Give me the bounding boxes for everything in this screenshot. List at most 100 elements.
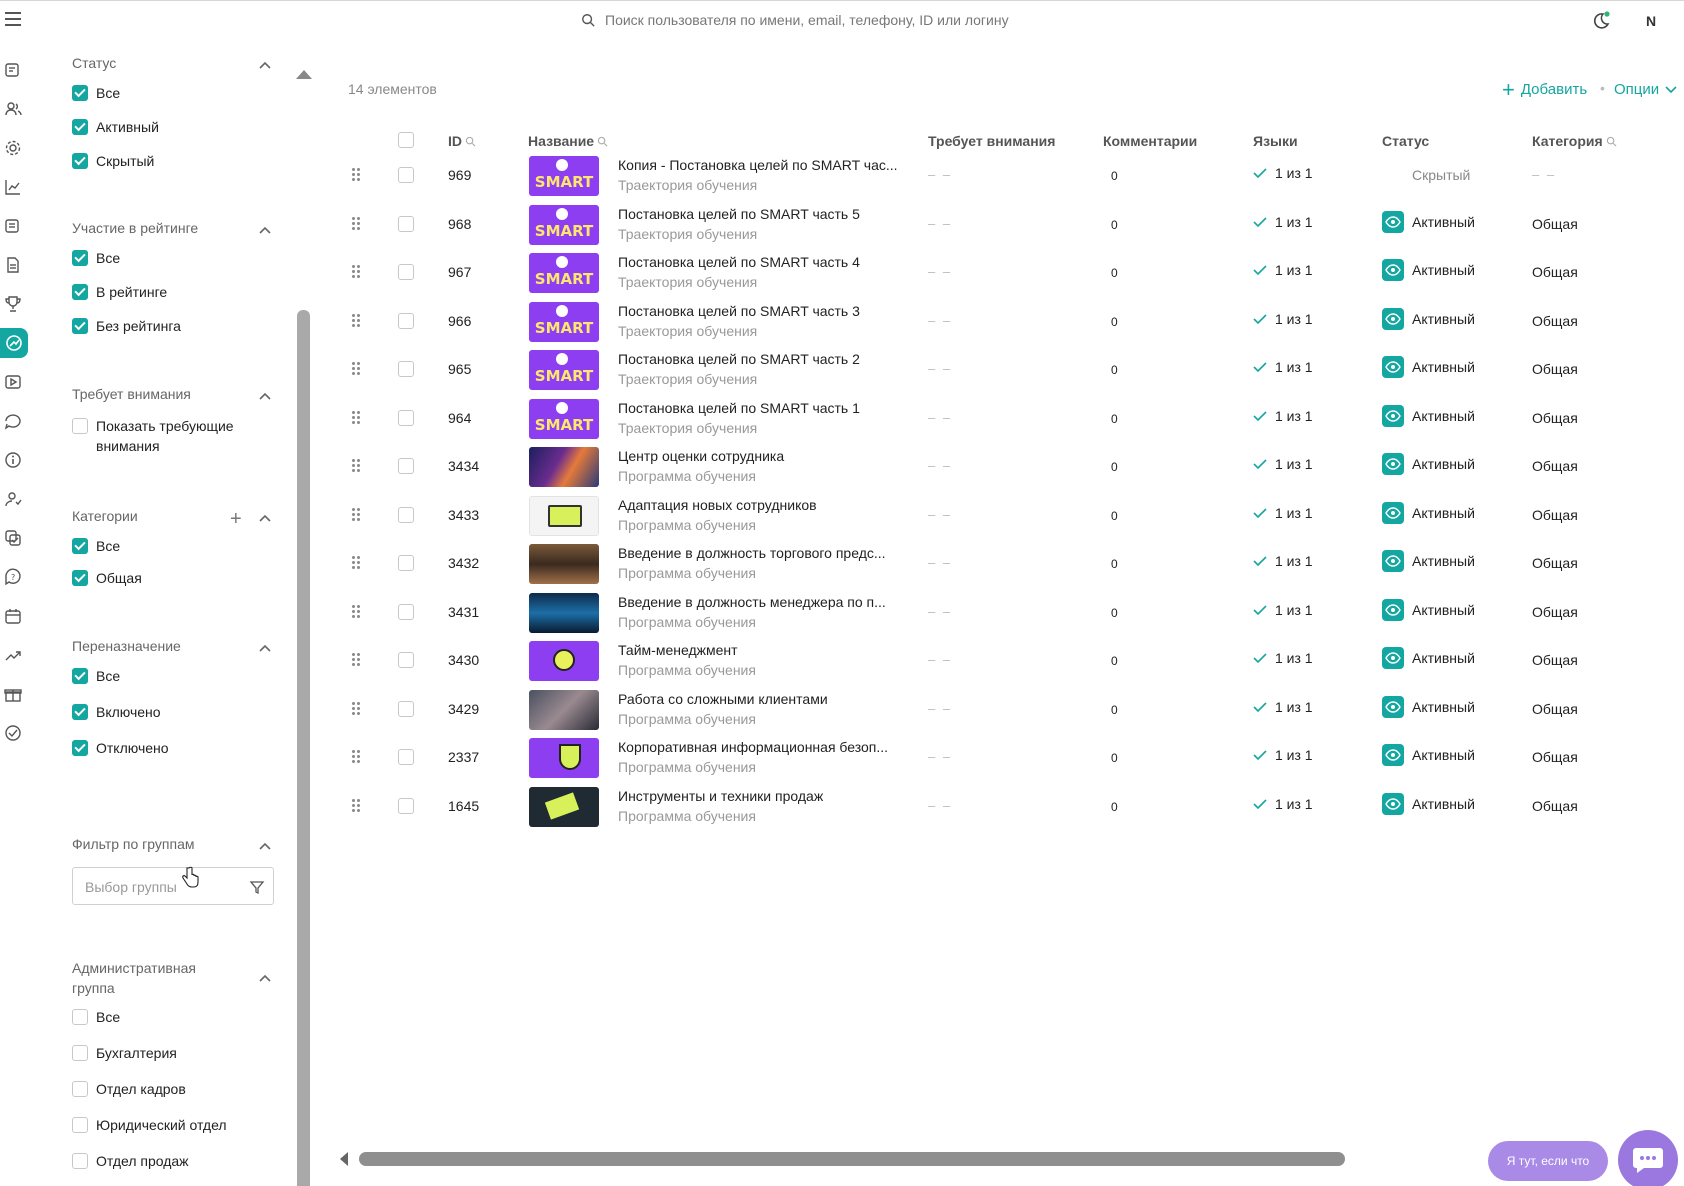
filter-reassign-off[interactable]: Отключено	[72, 740, 169, 756]
course-thumbnail[interactable]	[529, 689, 599, 730]
table-row[interactable]: 2337 Корпоративная информационная безоп..…	[318, 737, 1684, 789]
filter-reassign-on[interactable]: Включено	[72, 704, 161, 720]
news-icon[interactable]	[3, 60, 23, 80]
filter-reassign-title[interactable]: Переназначение	[72, 638, 181, 654]
cell-name[interactable]: Постановка целей по SMART часть 2	[618, 351, 860, 367]
eye-icon[interactable]	[1382, 210, 1404, 233]
row-checkbox[interactable]	[398, 361, 414, 377]
chat-prompt[interactable]: Я тут, если что	[1488, 1141, 1608, 1181]
course-thumbnail[interactable]	[529, 447, 599, 487]
chevron-up-icon[interactable]	[258, 973, 272, 983]
search-icon[interactable]	[1606, 136, 1617, 147]
search-icon[interactable]	[465, 136, 476, 147]
table-row[interactable]: 3434 Центр оценки сотрудника Программа обу…	[318, 446, 1684, 498]
tasks-icon[interactable]	[3, 216, 23, 236]
filter-rating-all[interactable]: Все	[72, 250, 120, 266]
checkbox[interactable]	[72, 1153, 88, 1169]
info-icon[interactable]	[3, 450, 23, 470]
eye-icon[interactable]	[1382, 647, 1404, 669]
scroll-left-arrow[interactable]	[340, 1152, 348, 1166]
drag-handle-icon[interactable]	[352, 555, 362, 571]
eye-icon[interactable]	[1382, 598, 1404, 621]
trophy-icon[interactable]	[3, 294, 23, 314]
avatar[interactable]: N	[1646, 13, 1656, 29]
cell-name[interactable]: Введение в должность торгового предс...	[618, 545, 886, 561]
checkbox[interactable]	[72, 740, 88, 756]
cell-name[interactable]: Постановка целей по SMART часть 1	[618, 400, 860, 416]
chat-small-icon[interactable]	[3, 411, 23, 431]
table-row[interactable]: 965 SMART Постановка целей по SMART часть …	[318, 349, 1684, 401]
gift-icon[interactable]	[3, 684, 23, 704]
theme-icon[interactable]	[1591, 11, 1611, 31]
chevron-up-icon[interactable]	[258, 60, 272, 70]
filter-status-active[interactable]: Активный	[72, 119, 159, 135]
checkbox[interactable]	[72, 153, 88, 169]
cell-name[interactable]: Тайм-менеджмент	[618, 642, 738, 658]
filter-category-all[interactable]: Все	[72, 538, 120, 554]
checkbox[interactable]	[72, 318, 88, 334]
row-checkbox[interactable]	[398, 167, 414, 183]
checkbox[interactable]	[72, 668, 88, 684]
row-checkbox[interactable]	[398, 506, 414, 523]
add-button[interactable]: + Добавить	[1502, 78, 1587, 100]
drag-handle-icon[interactable]	[352, 167, 362, 183]
cell-name[interactable]: Центр оценки сотрудника	[618, 448, 784, 464]
drag-handle-icon[interactable]	[352, 264, 362, 280]
menu-icon[interactable]	[5, 12, 21, 26]
eye-icon[interactable]	[1382, 792, 1404, 815]
gear-icon[interactable]	[3, 138, 23, 158]
chat-button[interactable]	[1618, 1130, 1678, 1186]
drag-handle-icon[interactable]	[352, 604, 362, 620]
filter-admin-accounting[interactable]: Бухгалтерия	[72, 1045, 177, 1061]
filter-rating-title[interactable]: Участие в рейтинге	[72, 220, 198, 236]
column-header-languages[interactable]: Языки	[1253, 133, 1298, 149]
checkbox[interactable]	[72, 538, 88, 554]
row-checkbox[interactable]	[398, 264, 414, 280]
table-row[interactable]: 3430 Тайм-менеджмент Программа обучения – –…	[318, 640, 1684, 692]
course-thumbnail[interactable]: SMART	[529, 398, 599, 439]
column-header-attention[interactable]: Требует внимания	[928, 133, 1055, 149]
chevron-up-icon[interactable]	[258, 391, 272, 401]
row-checkbox[interactable]	[398, 603, 414, 620]
checklist-icon[interactable]	[3, 528, 23, 548]
course-thumbnail[interactable]: SMART	[529, 301, 599, 342]
add-category-button[interactable]: +	[230, 509, 242, 529]
filter-admin-all[interactable]: Все	[72, 1009, 120, 1025]
filter-status-all[interactable]: Все	[72, 85, 120, 101]
checkbox[interactable]	[72, 1081, 88, 1097]
drag-handle-icon[interactable]	[352, 798, 362, 814]
course-thumbnail[interactable]: SMART	[529, 204, 599, 245]
cell-name[interactable]: Инструменты и техники продаж	[618, 788, 823, 804]
select-all-checkbox[interactable]	[398, 132, 414, 148]
done-icon[interactable]	[3, 723, 23, 743]
document-icon[interactable]	[3, 255, 23, 275]
checkbox[interactable]	[72, 85, 88, 101]
table-row[interactable]: 3432 Введение в должность торгового предс…	[318, 543, 1684, 595]
checkbox[interactable]	[72, 1117, 88, 1133]
cell-name[interactable]: Постановка целей по SMART часть 3	[618, 303, 860, 319]
row-checkbox[interactable]	[398, 215, 414, 232]
search-icon[interactable]	[597, 136, 608, 147]
table-row[interactable]: 3429 Работа со сложными клиентами Программ…	[318, 689, 1684, 741]
users-icon[interactable]	[3, 99, 23, 119]
filter-rating-in[interactable]: В рейтинге	[72, 284, 167, 300]
analytics-icon[interactable]	[3, 177, 23, 197]
scroll-up-arrow[interactable]	[296, 70, 312, 79]
column-header-status[interactable]: Статус	[1382, 133, 1429, 149]
chevron-up-icon[interactable]	[258, 643, 272, 653]
drag-handle-icon[interactable]	[352, 313, 362, 329]
checkbox[interactable]	[72, 570, 88, 586]
filter-admin-group-title[interactable]: Административная группа	[72, 958, 196, 998]
course-thumbnail[interactable]: SMART	[529, 350, 599, 390]
eye-icon[interactable]	[1382, 307, 1404, 330]
eye-icon[interactable]	[1382, 695, 1404, 718]
trend-icon[interactable]	[3, 645, 23, 665]
cell-name[interactable]: Работа со сложными клиентами	[618, 691, 828, 707]
options-button[interactable]: Опции	[1614, 81, 1677, 98]
course-thumbnail[interactable]	[529, 495, 599, 536]
filter-reassign-all[interactable]: Все	[72, 668, 120, 684]
filter-status-hidden[interactable]: Скрытый	[72, 153, 154, 169]
drag-handle-icon[interactable]	[352, 749, 362, 765]
learning-icon[interactable]	[0, 328, 28, 358]
cell-name[interactable]: Постановка целей по SMART часть 5	[618, 206, 860, 222]
